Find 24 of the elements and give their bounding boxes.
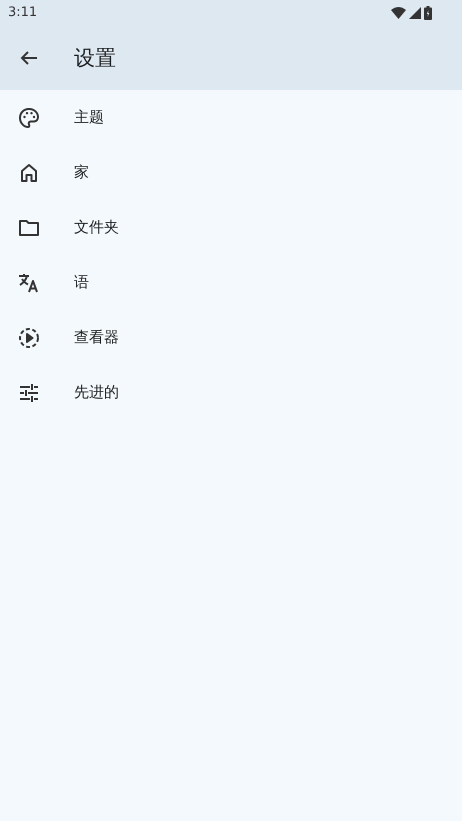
settings-item[interactable]: 主题 [0, 90, 462, 145]
battery-icon [424, 6, 432, 20]
settings-item[interactable]: 查看器 [0, 310, 462, 365]
page-title: 设置 [74, 44, 116, 72]
item-label: 查看器 [74, 328, 119, 347]
signal-icon [409, 6, 421, 18]
item-label: 主题 [74, 108, 104, 127]
settings-item[interactable]: 文件夹 [0, 200, 462, 255]
play-circle-icon [19, 328, 39, 348]
item-label: 语 [74, 273, 89, 292]
palette-icon [19, 108, 39, 128]
tune-icon [19, 382, 39, 402]
folder-icon [19, 220, 39, 236]
home-icon [21, 164, 37, 182]
settings-item[interactable]: 语 [0, 255, 462, 310]
settings-item[interactable]: 家 [0, 145, 462, 200]
item-label: 家 [74, 163, 89, 182]
back-arrow-icon [20, 50, 38, 66]
translate-icon [18, 272, 38, 292]
item-label: 文件夹 [74, 218, 119, 237]
settings-item[interactable]: 先进的 [0, 365, 462, 420]
status-time: 3:11 [8, 5, 38, 20]
wifi-icon [391, 6, 406, 18]
item-label: 先进的 [74, 383, 119, 402]
